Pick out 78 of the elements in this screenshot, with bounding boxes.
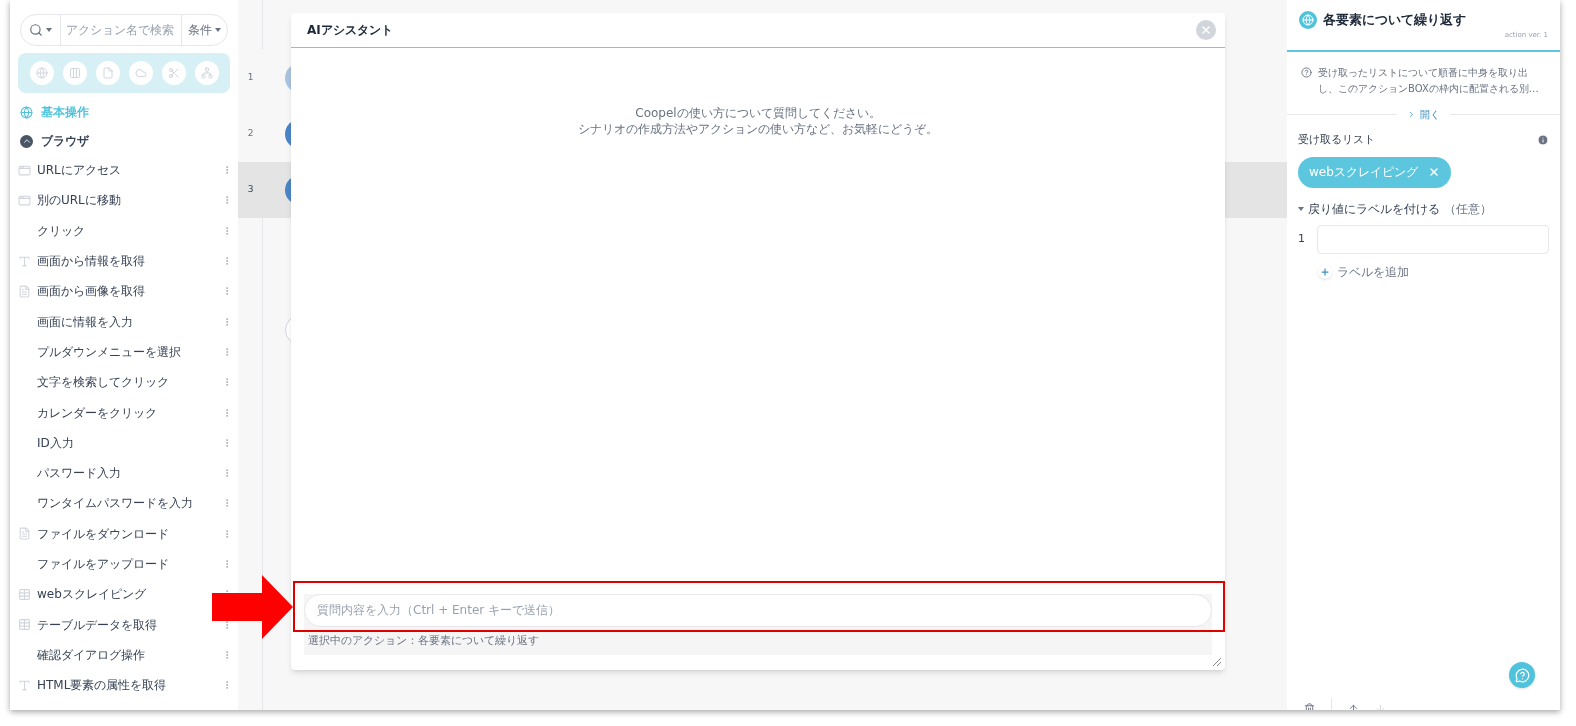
add-label-button[interactable]: ラベルを追加 <box>1318 262 1560 281</box>
document-icon <box>18 527 31 541</box>
resize-grip-icon[interactable] <box>1213 658 1221 666</box>
line-number: 2 <box>246 127 255 141</box>
list-chip: webスクレイピング <box>1298 156 1451 188</box>
sidebar-item[interactable]: URLにアクセス <box>10 155 212 186</box>
table-icon <box>18 587 31 601</box>
sidebar-item[interactable]: ID入力 <box>10 427 212 458</box>
sidebar-item[interactable]: テーブルデータを取得 <box>10 609 212 640</box>
close-button[interactable] <box>1196 20 1216 40</box>
remove-icon[interactable] <box>1427 166 1440 178</box>
caret-icon <box>215 27 221 33</box>
search-field[interactable]: アクション名で検索 <box>61 21 181 39</box>
sidebar-item[interactable]: クリック <box>10 215 212 246</box>
caret-icon <box>1298 205 1304 212</box>
cloud-button[interactable] <box>128 61 153 85</box>
sidebar-item[interactable]: 文字を検索してクリック <box>10 367 212 398</box>
line-number: 3 <box>246 183 255 197</box>
panel-title: 各要素について繰り返す <box>1323 11 1466 29</box>
sidebar-item[interactable]: パスワード入力 <box>10 457 212 489</box>
move-up-icon[interactable] <box>1348 702 1359 710</box>
globe-icon <box>20 105 33 119</box>
question-field[interactable]: 質問内容を入力（Ctrl + Enter キーで送信） <box>304 593 1212 627</box>
sidebar-item[interactable]: HTML要素の属性を取得 <box>10 670 212 701</box>
cloud-icon <box>134 67 147 79</box>
info-icon[interactable] <box>1537 134 1549 147</box>
document-button[interactable] <box>95 61 120 85</box>
network-icon <box>200 67 213 79</box>
label-number: 1 <box>1298 230 1306 247</box>
sidebar-item[interactable]: カレンダーをクリック <box>10 397 212 428</box>
sidebar-item[interactable]: ファイルをダウンロード <box>10 518 212 549</box>
sidebar-item[interactable]: 確認ダイアログ操作 <box>10 639 212 671</box>
label-field[interactable] <box>1317 224 1549 254</box>
network-button[interactable] <box>194 61 219 85</box>
dialog-title: AIアシスタント <box>307 22 394 39</box>
sidebar-item[interactable]: 画面に情報を入力 <box>10 306 212 337</box>
caret-icon <box>46 27 52 33</box>
columns-button[interactable] <box>62 61 87 85</box>
document-icon <box>18 284 31 298</box>
list-label: 受け取るリスト <box>1298 132 1375 148</box>
intro-text: シナリオの作成方法やアクションの使い方など、お気軽にどうぞ。 <box>578 121 938 137</box>
labels-toggle[interactable]: 戻り値にラベルを付ける （任意） <box>1287 199 1560 218</box>
plus-icon <box>1318 264 1332 279</box>
condition-dropdown[interactable]: 条件 <box>181 15 227 45</box>
sidebar-item[interactable]: 画面から情報を取得 <box>10 245 212 277</box>
sidebar-item[interactable]: webスクレイピング <box>10 579 212 610</box>
sidebar-item[interactable]: 画面から画像を取得 <box>10 276 212 307</box>
window-icon <box>18 163 31 177</box>
description-text: 受け取ったリストについて順番に中身を取り出し、このアクションBOXの枠内に配置される別… <box>1318 66 1540 96</box>
sidebar-item[interactable]: プルダウンメニューを選択 <box>10 336 212 368</box>
sidebar-item[interactable]: ワンタイムパスワードを入力 <box>10 488 212 519</box>
collapse-icon[interactable] <box>20 134 33 148</box>
close-icon <box>1200 24 1212 36</box>
help-button[interactable] <box>1509 662 1535 688</box>
help-icon <box>1301 67 1312 78</box>
move-down-icon[interactable] <box>1375 702 1386 710</box>
delete-icon[interactable] <box>1304 702 1315 710</box>
expand-link[interactable]: 開く <box>1397 107 1450 122</box>
globe-button[interactable] <box>29 61 54 85</box>
window-icon <box>18 193 31 207</box>
table-icon <box>18 618 31 632</box>
globe-icon <box>1299 10 1317 29</box>
text-icon <box>18 254 31 268</box>
arrow-icon <box>212 575 293 639</box>
globe-icon <box>35 67 48 79</box>
line-number: 1 <box>246 71 255 85</box>
text-icon <box>18 678 31 692</box>
selected-action-text: 選択中のアクション：各要素について繰り返す <box>307 632 540 649</box>
sidebar-item[interactable]: ファイルをアップロード <box>10 548 212 580</box>
intro-text: Coopelの使い方について質問してください。 <box>635 105 881 121</box>
tools-button[interactable] <box>161 61 186 85</box>
search-icon[interactable] <box>29 23 43 37</box>
chevron-icon <box>1407 110 1416 119</box>
columns-icon <box>68 67 81 79</box>
sidebar-item[interactable]: 別のURLに移動 <box>10 185 212 216</box>
document-icon <box>101 67 114 79</box>
group-label[interactable]: ブラウザ <box>41 132 89 150</box>
help-icon <box>1514 667 1530 683</box>
